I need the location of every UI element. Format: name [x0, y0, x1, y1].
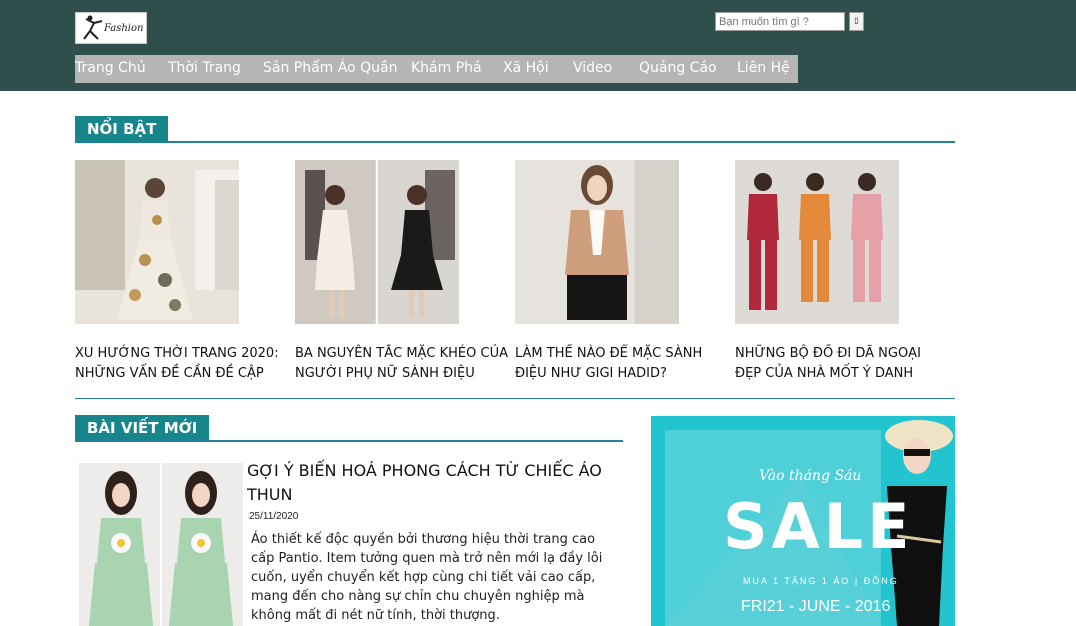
nav-item-kham-pha[interactable]: Khám Phá [411, 60, 482, 76]
featured-image-3[interactable] [515, 160, 679, 324]
divider [75, 440, 623, 442]
featured-title-1[interactable]: XU HƯỚNG THỜI TRANG 2020: NHỮNG VẤN ĐỀ C… [75, 344, 285, 384]
post-excerpt: Áo thiết kế độc quyền bởi thương hiệu th… [251, 532, 603, 623]
featured-heading: NỔI BẬT [75, 116, 169, 142]
site-logo[interactable]: Fashion [75, 12, 147, 44]
main-nav: Trang Chủ Thời Trang Sản Phẩm Áo Quần Kh… [75, 55, 798, 83]
featured-title-4[interactable]: NHỮNG BỘ ĐỒ ĐI DÃ NGOẠI ĐẸP CỦA NHÀ MỐT … [735, 344, 950, 384]
post-image[interactable] [79, 463, 243, 626]
nav-item-trang-chu[interactable]: Trang Chủ [75, 60, 146, 76]
featured-title-2[interactable]: BA NGUYÊN TẮC MẶC KHÉO CỦA NGƯỜI PHỤ NỮ … [295, 344, 510, 384]
site-header: Fashion ▯ Trang Chủ Thời Trang Sản Phẩm … [0, 0, 1076, 91]
featured-section-header: NỔI BẬT [75, 116, 955, 143]
search-button[interactable]: ▯ [849, 12, 864, 31]
featured-title-3[interactable]: LÀM THẾ NÀO ĐỂ MẶC SÀNH ĐIỆU NHƯ GIGI HA… [515, 344, 730, 384]
nav-item-lien-he[interactable]: Liên Hệ [737, 60, 790, 76]
nav-item-xa-hoi[interactable]: Xã Hội [503, 60, 549, 76]
nav-item-san-pham[interactable]: Sản Phẩm Áo Quần [263, 60, 397, 76]
featured-image-1[interactable] [75, 160, 239, 324]
search-input[interactable] [715, 12, 845, 31]
nav-item-thoi-trang[interactable]: Thời Trang [168, 60, 241, 76]
ad-headline: SALE [723, 490, 914, 563]
post-date: 25/11/2020 [249, 511, 299, 522]
latest-heading: BÀI VIẾT MỚI [75, 415, 210, 441]
logo-text: Fashion [104, 23, 144, 34]
nav-item-video[interactable]: Video [573, 60, 612, 76]
ad-banner[interactable]: Vào tháng Sáu SALE MUA 1 TẶNG 1 ÁO | ĐỒN… [651, 416, 955, 626]
featured-image-2[interactable] [295, 160, 459, 324]
ad-dates: FRI21 - JUNE - 2016 [741, 598, 891, 615]
divider [75, 398, 955, 399]
nav-item-quang-cao[interactable]: Quảng Cáo [639, 60, 717, 76]
divider [75, 141, 955, 143]
featured-image-4[interactable] [735, 160, 899, 324]
ad-script-text: Vào tháng Sáu [759, 468, 862, 484]
ad-subline: MUA 1 TẶNG 1 ÁO | ĐỒNG [743, 576, 899, 586]
latest-section-header: BÀI VIẾT MỚI [75, 415, 623, 442]
post-title[interactable]: GỢI Ý BIẾN HOÁ PHONG CÁCH TỪ CHIẾC ÁO TH… [247, 459, 617, 507]
